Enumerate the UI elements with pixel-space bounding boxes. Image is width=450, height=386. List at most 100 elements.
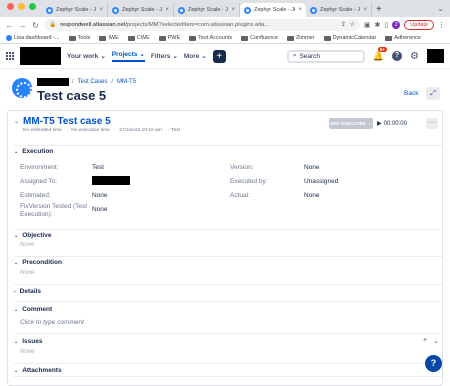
redacted-project-breadcrumb[interactable] <box>37 78 69 86</box>
section-attachments[interactable]: ⌄ Attachments <box>14 367 62 374</box>
browser-tab[interactable]: Zephyr Scale - Jira × <box>306 3 372 17</box>
divider <box>14 256 442 257</box>
jira-favicon-icon <box>310 6 317 14</box>
version-value[interactable]: None <box>304 164 320 171</box>
nav-your-work[interactable]: Your work ⌄ <box>67 52 106 61</box>
address-bar-row: ← → ↻ 🔒 respondwell.atlassian.net/projec… <box>0 17 450 33</box>
play-icon[interactable]: ▶ <box>377 120 382 127</box>
notifications-button[interactable]: 🔔 9+ <box>372 46 387 62</box>
bookmark-folder[interactable]: Adherence <box>385 35 421 41</box>
bookmark-folder[interactable]: PWE <box>158 35 180 41</box>
url-field[interactable]: 🔒 respondwell.atlassian.net/projects/MM?… <box>44 19 360 31</box>
gear-icon[interactable]: ⚙ <box>410 51 419 62</box>
divider <box>14 363 442 364</box>
browser-tab[interactable]: Zephyr Scale - Jira × <box>108 3 174 17</box>
search-icon: ⌕ <box>292 52 297 59</box>
browser-tab-strip: Zephyr Scale - Jira × Zephyr Scale - Jir… <box>0 0 450 17</box>
bookmark-folder[interactable]: IWE <box>99 35 119 41</box>
actual-value[interactable]: None <box>304 192 320 199</box>
close-icon[interactable]: × <box>165 7 169 13</box>
nav-more[interactable]: More ⌄ <box>184 52 207 61</box>
section-objective[interactable]: ⌄ Objective <box>14 232 51 239</box>
timer: ▶ 00:00:00 <box>377 120 407 128</box>
reload-icon[interactable]: ↻ <box>31 21 40 30</box>
environment-value[interactable]: Test <box>92 164 104 171</box>
folder-icon <box>385 35 393 41</box>
divider <box>14 333 442 334</box>
issues-value[interactable]: None <box>20 349 34 355</box>
update-button[interactable]: Update <box>404 20 434 30</box>
window-controls <box>0 0 42 17</box>
add-issue-icon[interactable]: + <box>423 337 427 345</box>
test-case-header: ⌄ MM-T5 Test case 5 <box>14 116 111 127</box>
precondition-value[interactable]: None <box>20 270 34 276</box>
chevron-down-icon: ⌄ <box>367 120 372 126</box>
app-switcher-icon[interactable] <box>6 52 14 60</box>
share-icon[interactable]: ⇪ <box>341 22 346 28</box>
section-precondition[interactable]: ⌄ Precondition <box>14 259 62 266</box>
bookmark-folder[interactable]: Confluence <box>241 35 278 41</box>
browser-menu-icon[interactable]: ⋮ <box>438 21 445 29</box>
issues-actions: + ⌄ <box>423 337 439 345</box>
estimated-label: Estimated: <box>20 192 51 199</box>
tab-search-icon[interactable]: ⌄ <box>437 4 450 17</box>
bell-icon: 🔔 <box>372 50 385 61</box>
close-window-button[interactable] <box>7 2 14 10</box>
chevron-down-icon: ⌄ <box>14 367 19 374</box>
redacted-assignee[interactable] <box>92 176 130 185</box>
nav-projects[interactable]: Projects ⌄ <box>111 50 145 62</box>
breadcrumb-test-cases[interactable]: Test Cases <box>78 79 108 85</box>
bookmark-item[interactable]: Lisa dashboard -... <box>6 35 60 41</box>
extension-icon[interactable]: ▣ <box>364 21 371 29</box>
estimated-value[interactable]: None <box>92 192 108 199</box>
maximize-window-button[interactable] <box>29 2 36 10</box>
help-chat-button[interactable]: ? <box>425 355 442 372</box>
browser-tab-active[interactable]: Zephyr Scale - Jira × <box>240 3 306 17</box>
search-input[interactable]: ⌕ Search <box>286 49 365 63</box>
breadcrumb-key[interactable]: MM-T5 <box>117 79 136 85</box>
section-issues[interactable]: ⌄ Issues <box>14 338 42 345</box>
section-comment[interactable]: ⌄ Comment <box>14 306 52 313</box>
comment-input[interactable]: Click to type comment <box>20 319 84 326</box>
fixversion-value[interactable]: None <box>92 206 108 213</box>
more-actions-button[interactable]: ··· <box>426 118 438 129</box>
close-icon[interactable]: × <box>99 7 103 13</box>
puzzle-icon[interactable]: ✱ <box>375 21 381 29</box>
minimize-window-button[interactable] <box>18 2 25 10</box>
redacted-user-avatar[interactable] <box>427 49 444 63</box>
close-icon[interactable]: × <box>363 7 367 13</box>
back-link[interactable]: Back <box>404 90 418 97</box>
close-icon[interactable]: × <box>298 7 302 13</box>
chevron-down-icon[interactable]: ⌄ <box>433 337 439 345</box>
sidebar-icon[interactable]: ▯ <box>384 21 388 29</box>
divider <box>14 301 442 302</box>
browser-tab[interactable]: Zephyr Scale - Jira × <box>174 3 240 17</box>
bookmark-folder[interactable]: DynamicCalendar <box>323 35 376 41</box>
nav-filters[interactable]: Filters ⌄ <box>151 52 178 61</box>
browser-tab[interactable]: Zephyr Scale - Jira × <box>42 3 108 17</box>
status-dropdown[interactable]: NOT EXECUTED ⌄ <box>329 118 373 129</box>
bookmark-star-icon[interactable]: ☆ <box>350 22 355 28</box>
redacted-logo[interactable] <box>20 47 61 65</box>
objective-value[interactable]: None <box>20 242 34 248</box>
bookmarks-bar: Lisa dashboard -... Tools IWE CWE PWE Te… <box>0 33 450 44</box>
bookmark-folder[interactable]: Tools <box>68 35 90 41</box>
bookmark-folder[interactable]: Test Accounts <box>189 35 232 41</box>
profile-avatar[interactable]: Z <box>392 21 401 29</box>
new-tab-button[interactable]: + <box>372 4 386 17</box>
expand-icon[interactable]: ⤢ <box>426 87 440 100</box>
forward-arrow-icon[interactable]: → <box>18 21 27 30</box>
back-arrow-icon[interactable]: ← <box>5 21 14 30</box>
executed-by-value[interactable]: Unassigned <box>304 178 338 185</box>
create-button[interactable]: + <box>212 49 226 63</box>
chevron-down-icon: ⌄ <box>172 53 178 60</box>
bookmark-folder[interactable]: CWE <box>127 35 150 41</box>
lock-icon: 🔒 <box>49 22 57 28</box>
help-icon[interactable]: ? <box>392 51 403 61</box>
collapse-chevron-icon[interactable]: ⌄ <box>14 118 19 125</box>
breadcrumb: / Test Cases / MM-T5 <box>72 79 136 85</box>
section-details[interactable]: › Details <box>14 288 41 295</box>
bookmark-folder[interactable]: Zimmer <box>286 35 315 41</box>
section-execution[interactable]: ⌄ Execution <box>14 148 53 155</box>
close-icon[interactable]: × <box>231 7 235 13</box>
